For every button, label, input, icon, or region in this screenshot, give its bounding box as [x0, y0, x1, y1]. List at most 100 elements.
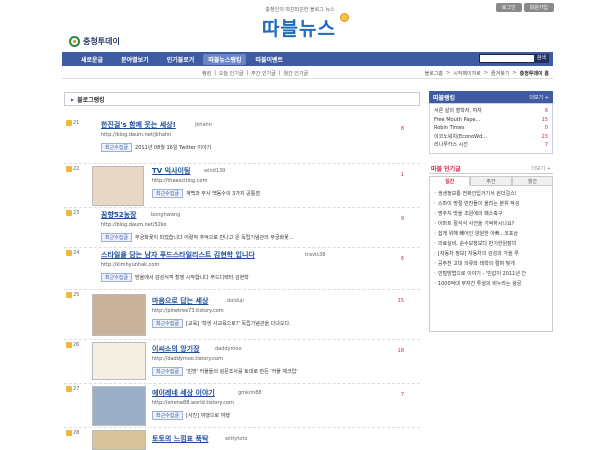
- entry-url[interactable]: http://blog.daum.net/jkhahn: [101, 132, 171, 138]
- entry-url[interactable]: http://pinetree73.tistory.com: [152, 308, 224, 314]
- ranking-row[interactable]: Robin Times 0: [434, 124, 548, 133]
- blogger-photo[interactable]: [92, 430, 146, 450]
- ranking-row[interactable]: Free Mouth Pape... 15: [434, 116, 548, 125]
- entry-author[interactable]: jkhahn: [195, 122, 212, 128]
- blogger-photo[interactable]: [92, 342, 146, 380]
- tab-monthly[interactable]: 월간: [511, 175, 553, 186]
- ranking-row[interactable]: 리나루카스 시선 7: [434, 141, 548, 150]
- entry-summary[interactable]: [교육] '학생 사교육으로?' 독립기념관을 다녀오다.: [186, 320, 291, 327]
- subnav-today[interactable]: 오늘 인기글: [219, 70, 244, 77]
- brand-logo-icon: [69, 36, 80, 47]
- entry-summary[interactable]: [사진] 여행으로 여행: [186, 412, 230, 419]
- entry-count: 18: [397, 348, 404, 354]
- ranking-row-label: 리나루카스 시선: [434, 142, 468, 148]
- nav-item-ranking[interactable]: 따블뉴스랭킹: [203, 53, 247, 65]
- blogger-photo[interactable]: [92, 386, 146, 426]
- crumb-start-page[interactable]: 시작페이지로: [453, 70, 481, 77]
- crumb-favorites[interactable]: 즐겨찾기: [491, 70, 509, 77]
- entry-url[interactable]: http://blog.daum.net/52ko: [101, 222, 167, 228]
- recent-tag[interactable]: 최근수집글: [152, 411, 184, 420]
- blogger-photo[interactable]: [92, 294, 146, 336]
- nav-item-popular-blogger[interactable]: 인기블로거: [158, 55, 204, 64]
- ranking-more-link[interactable]: 더보기 +: [529, 94, 549, 101]
- tab-daily[interactable]: 일간: [429, 175, 471, 186]
- popular-item[interactable]: · 명추치 맛을 조원에의 패스축구: [434, 209, 548, 219]
- popular-item[interactable]: · 스마이 명절 반찬들이 올리는 분위 작성: [434, 199, 548, 209]
- entry-author[interactable]: daddymoo: [215, 346, 242, 352]
- entry-summary[interactable]: 계백과 부사 백동수의 3가지 공통점: [186, 190, 260, 197]
- ranking-row[interactable]: 서른 살의 철학자, 여자 6: [434, 107, 548, 116]
- entry-url[interactable]: http://theexciting.com: [152, 178, 207, 184]
- popular-item[interactable]: · 이마트 절식식 사건을 기억하시나요?: [434, 219, 548, 229]
- entry-author[interactable]: wind139: [204, 168, 225, 174]
- entry-title[interactable]: 토토의 느낌표 푹탁: [152, 434, 208, 444]
- entry-count: 9: [400, 216, 404, 222]
- main-nav: 새로운글 분야별보기 인기블로거 따블뉴스랭킹 따블이벤트 검색: [62, 52, 553, 66]
- entry-title[interactable]: 마음으로 답는 세상: [152, 296, 208, 306]
- search-input[interactable]: [479, 54, 535, 63]
- popular-item[interactable]: · 1000억대 부자간 투설의 비누라는 왕궁: [434, 279, 548, 289]
- entry-author[interactable]: wittytoto: [225, 436, 247, 442]
- subnav-sep: |: [246, 70, 249, 76]
- entry-url[interactable]: http://daddymoo.tistory.com: [152, 356, 223, 362]
- entry-count: 7: [400, 392, 404, 398]
- popular-item[interactable]: · 생생정보통 전화인입거기서 원더걸스!: [434, 189, 548, 199]
- nav-item-category[interactable]: 분야별보기: [112, 55, 158, 64]
- recent-tag[interactable]: 최근수집글: [152, 319, 184, 328]
- subnav-ranking[interactable]: 랭킹: [202, 70, 211, 77]
- entry-title[interactable]: 꿈향52농장: [101, 210, 137, 220]
- entry-title[interactable]: 스타일을 담는 남자 푸드스타일리스트 김현학 입니다: [101, 250, 255, 260]
- popular-item[interactable]: · [자동차 정보] 자동차의 감성과 가을 루: [434, 249, 548, 259]
- crumb-sep: >: [512, 70, 517, 76]
- tab-weekly[interactable]: 주간: [470, 175, 512, 186]
- crumb-sep: >: [446, 70, 451, 76]
- popular-item[interactable]: · 의료실비, 순수보장보다 반기한원장의: [434, 239, 548, 249]
- popular-item[interactable]: · 빈털방법으로 이야기 - '빈값이 2011년 간: [434, 269, 548, 279]
- entry-title[interactable]: 에이레네 세상 이야기: [152, 388, 215, 398]
- entry-url[interactable]: http://eirene88.world.tistory.com: [152, 400, 234, 406]
- slogan: 충청인의 따끈따끈한 블로그 뉴스: [265, 7, 335, 13]
- crumb-current[interactable]: 충청투데이 홈: [520, 70, 549, 77]
- popular-item-text: 의료실비, 순수보장보다 반기한원장의: [437, 240, 517, 247]
- entry-author[interactable]: travis38: [305, 252, 325, 258]
- entry-summary[interactable]: 방울에서 감성식객 촬영 시작합니다 푸드디렉터 김현학: [135, 274, 249, 281]
- entry-title[interactable]: TV 익사이팅: [152, 166, 190, 176]
- site-logo[interactable]: 따블뉴스: [262, 14, 336, 41]
- popular-item[interactable]: · 공주찬 고대 의류와 태학의 절며 빛개: [434, 259, 548, 269]
- crumb-blog-home[interactable]: 블로그홈: [425, 70, 443, 77]
- subnav-weekly[interactable]: 주간 인기글: [251, 70, 276, 77]
- entry-title[interactable]: 이씨소의 앙기장: [152, 344, 200, 354]
- entry-summary[interactable]: 2011년 08월 16일 Twitter 이야기: [135, 144, 211, 151]
- popular-item[interactable]: · 쉽게 위해 빼어인 양원한 아빠...코포상: [434, 229, 548, 239]
- thumbs-up-icon: [66, 250, 72, 256]
- entry-url[interactable]: http://kimhyunhak.com: [101, 262, 159, 268]
- popular-item-text: 공주찬 고대 의류와 태학의 절며 빛개: [437, 260, 515, 267]
- recent-tag[interactable]: 최근수집글: [152, 189, 184, 198]
- search-button[interactable]: 검색: [533, 54, 549, 63]
- recent-tag[interactable]: 최근수집글: [101, 143, 133, 152]
- brand[interactable]: 충청투데이: [69, 36, 120, 47]
- ranking-row[interactable]: 이코노워치(EconoWd... 23: [434, 133, 548, 142]
- recent-tag[interactable]: 최근수집글: [152, 367, 184, 376]
- popular-more-link[interactable]: 더보기 +: [531, 165, 551, 172]
- nav-item-new[interactable]: 새로운글: [72, 55, 112, 64]
- thumbs-up-icon: [66, 120, 72, 126]
- entry-summary[interactable]: 무궁화꽃이 피었습니다 어렸적 추억으로 만나고 온 독립기념관의 무궁화꽃..…: [135, 234, 294, 241]
- list-item: 22 TV 익사이팅 wind139 http://theexciting.co…: [64, 164, 420, 208]
- entry-author[interactable]: bonghwang: [151, 212, 180, 218]
- recent-tag[interactable]: 최근수집글: [101, 273, 133, 282]
- nav-item-event[interactable]: 따블이벤트: [246, 55, 292, 64]
- brand-name: 충청투데이: [83, 37, 120, 46]
- entry-count: 1: [400, 172, 404, 178]
- rank-number: 21: [73, 120, 80, 126]
- entry-author[interactable]: dolduji: [227, 298, 244, 304]
- recent-tag[interactable]: 최근수집글: [101, 233, 133, 242]
- entry-count: 6: [400, 256, 404, 262]
- entry-author[interactable]: gmkim88: [238, 390, 262, 396]
- entry-summary[interactable]: '빈방' 커플들의 설문조사를 토대로 만든 '커플 체크업': [186, 368, 298, 375]
- popular-header: 따블 인기글 더보기 +: [429, 164, 553, 174]
- thumbs-up-icon: [66, 210, 72, 216]
- blogger-photo[interactable]: [92, 166, 144, 206]
- entry-title[interactable]: 한진걸's 함께 웃는 세상!: [101, 120, 176, 130]
- subnav-monthly[interactable]: 월간 인기글: [283, 70, 308, 77]
